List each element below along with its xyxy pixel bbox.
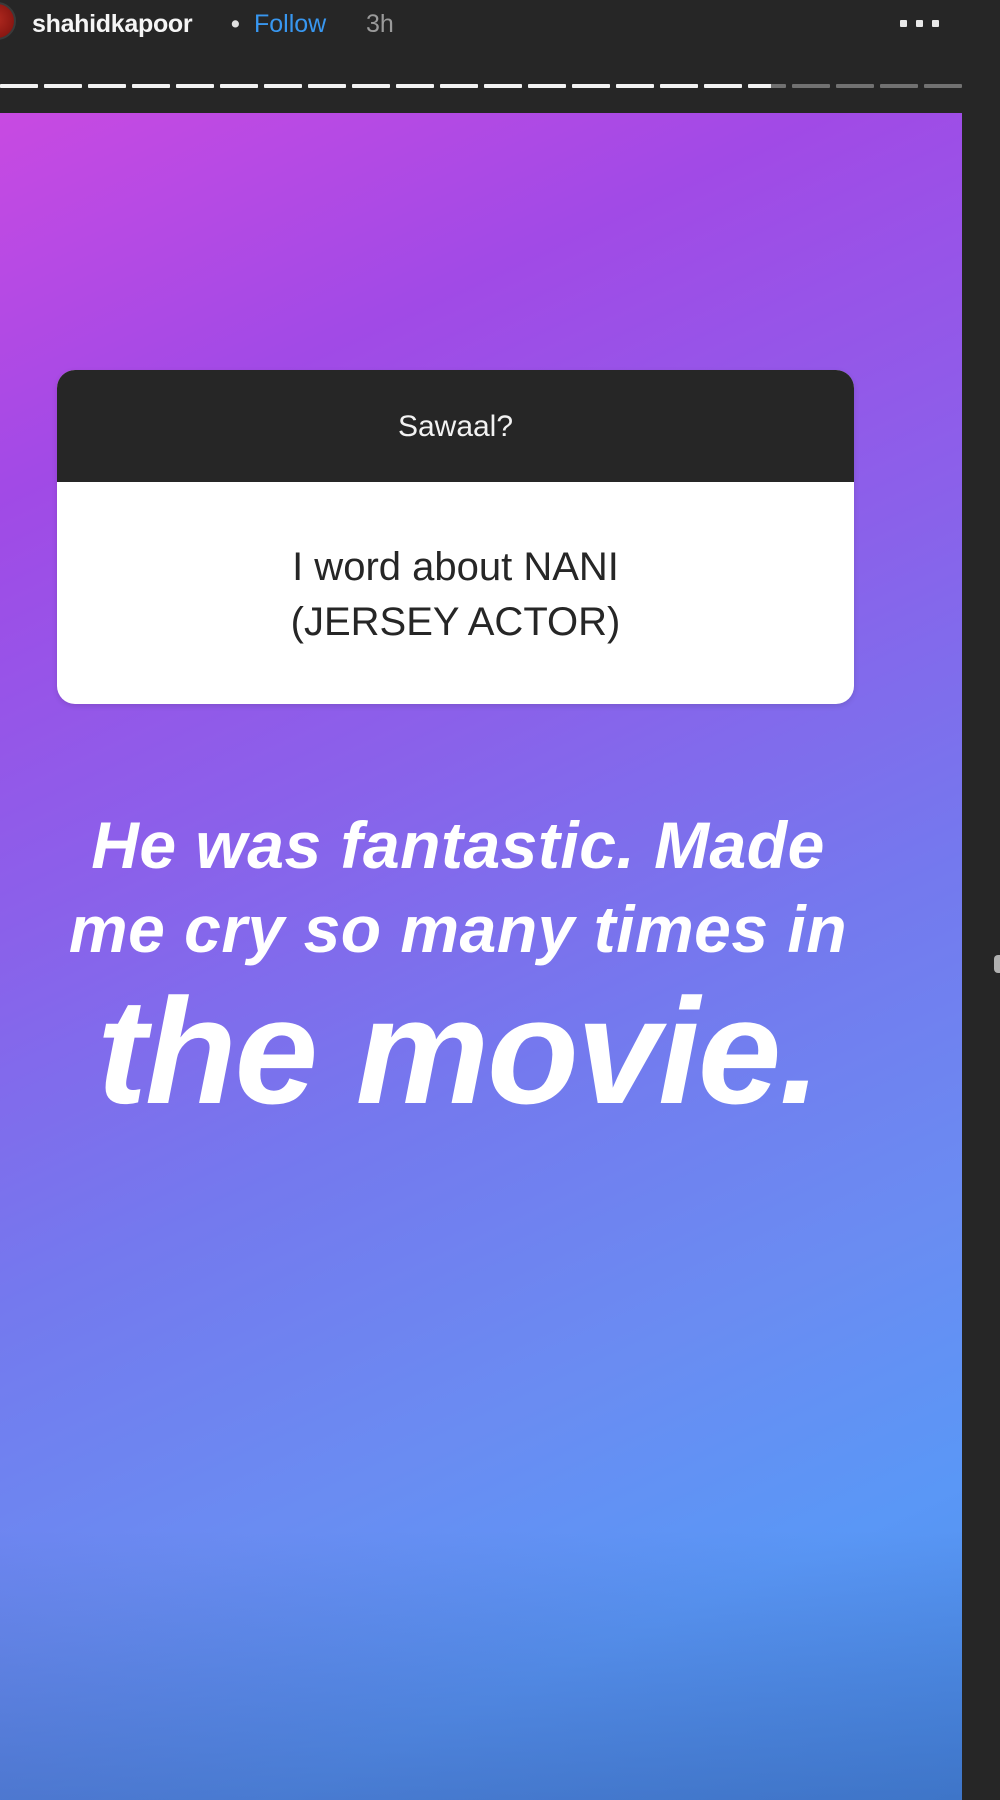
next-story-indicator[interactable] — [994, 955, 1000, 973]
question-sticker-body: I word about NANI (JERSEY ACTOR) — [57, 482, 854, 704]
progress-segment — [308, 84, 346, 88]
progress-segment — [88, 84, 126, 88]
story-canvas[interactable]: Sawaal? I word about NANI (JERSEY ACTOR)… — [0, 113, 962, 1800]
question-title: Sawaal? — [397, 410, 514, 443]
progress-segment — [132, 84, 170, 88]
reply-line-3: the movie. — [97, 967, 821, 1135]
progress-segment — [44, 84, 82, 88]
progress-segment-fill — [264, 84, 302, 88]
progress-segment-fill — [748, 84, 771, 88]
progress-segment — [572, 84, 610, 88]
question-sticker-header: Sawaal? — [57, 370, 854, 482]
story-header: shahidkapoor • Follow 3h — [0, 0, 1000, 48]
progress-segment-fill — [704, 84, 742, 88]
progress-segment — [616, 84, 654, 88]
reply-line-2: me cry so many times in — [68, 892, 848, 966]
story-progress-bar — [0, 84, 962, 89]
more-options-icon[interactable] — [894, 4, 948, 40]
progress-segment — [880, 84, 918, 88]
progress-segment — [528, 84, 566, 88]
progress-segment — [0, 84, 38, 88]
progress-segment — [396, 84, 434, 88]
progress-segment-fill — [528, 84, 566, 88]
story-viewer: shahidkapoor • Follow 3h Sawaal? I word … — [0, 0, 1000, 1800]
question-text-line-1: I word about NANI — [292, 545, 619, 589]
question-text-line-2: (JERSEY ACTOR) — [290, 600, 621, 644]
progress-segment-fill — [352, 84, 390, 88]
progress-segment — [352, 84, 390, 88]
progress-segment-fill — [88, 84, 126, 88]
progress-segment — [440, 84, 478, 88]
avatar[interactable] — [0, 2, 16, 40]
progress-segment-fill — [220, 84, 258, 88]
separator-dot: • — [231, 10, 240, 38]
progress-segment-fill — [616, 84, 654, 88]
progress-segment — [704, 84, 742, 88]
username[interactable]: shahidkapoor — [32, 10, 193, 39]
progress-segment — [484, 84, 522, 88]
progress-segment — [220, 84, 258, 88]
progress-segment-fill — [176, 84, 214, 88]
follow-button[interactable]: Follow — [254, 10, 326, 39]
reply-text: He was fantastic. Made me cry so many ti… — [0, 803, 916, 1131]
progress-segment — [924, 84, 962, 88]
progress-segment-fill — [440, 84, 478, 88]
progress-segment-fill — [660, 84, 698, 88]
progress-segment-fill — [572, 84, 610, 88]
reply-line-1: He was fantastic. Made — [91, 808, 825, 882]
progress-segment — [264, 84, 302, 88]
progress-segment — [748, 84, 786, 88]
progress-segment-fill — [0, 84, 38, 88]
progress-segment-fill — [44, 84, 82, 88]
question-text: I word about NANI (JERSEY ACTOR) — [117, 540, 794, 650]
progress-segment — [660, 84, 698, 88]
progress-segment-fill — [484, 84, 522, 88]
progress-segment — [792, 84, 830, 88]
question-sticker: Sawaal? I word about NANI (JERSEY ACTOR) — [57, 370, 854, 704]
progress-segment — [836, 84, 874, 88]
progress-segment — [176, 84, 214, 88]
progress-segment-fill — [308, 84, 346, 88]
post-time: 3h — [366, 10, 394, 38]
progress-segment-fill — [396, 84, 434, 88]
progress-segment-fill — [132, 84, 170, 88]
